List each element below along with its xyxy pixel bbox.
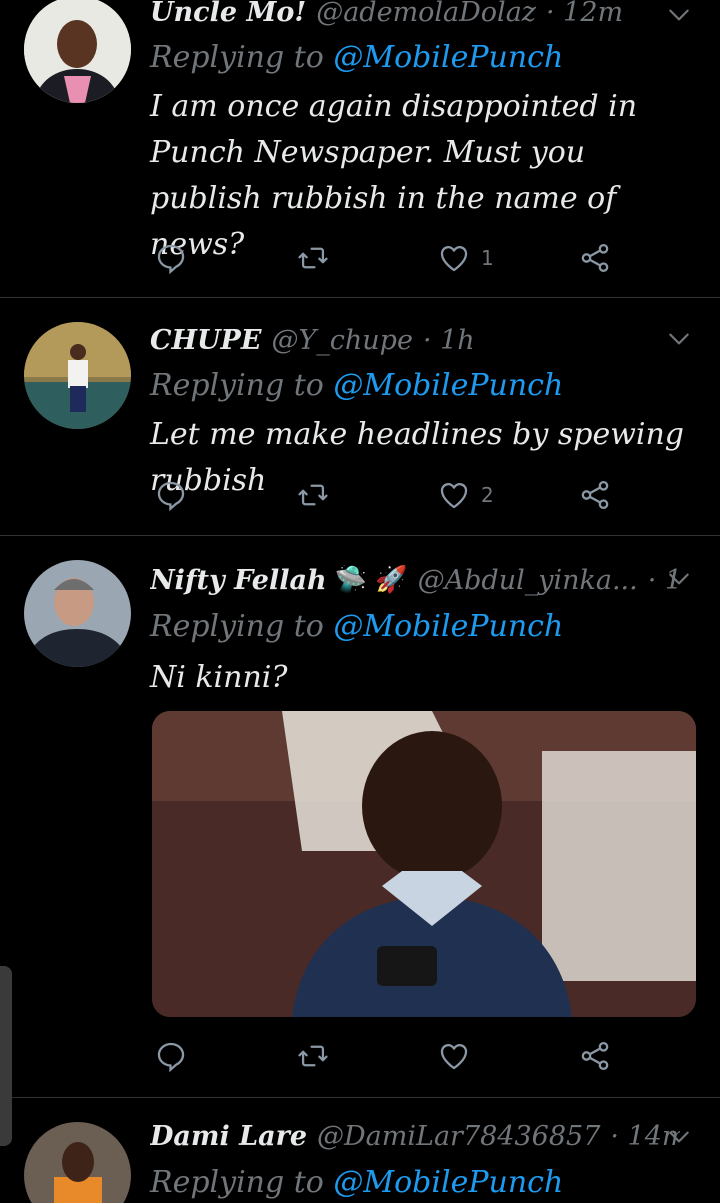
tweet-actions (150, 1036, 630, 1076)
reply-button[interactable] (154, 475, 188, 515)
timestamp[interactable]: · 12m (546, 0, 623, 28)
mention-link[interactable]: @MobilePunch (333, 40, 563, 75)
tweet-header: Uncle Mo! @ademolaDolaz · 12m (150, 0, 680, 32)
avatar[interactable] (24, 560, 131, 667)
chevron-down-icon[interactable] (666, 1124, 692, 1150)
share-icon (578, 1039, 612, 1073)
tweet-media-image[interactable] (152, 711, 696, 1017)
share-icon (578, 241, 612, 275)
replying-to: Replying to @MobilePunch (150, 36, 563, 80)
tweet-header: CHUPE @Y_chupe · 1h (150, 320, 680, 360)
tweet-actions: 2 (150, 475, 630, 515)
avatar[interactable] (24, 322, 131, 429)
tweet-1[interactable]: Uncle Mo! @ademolaDolaz · 12m Replying t… (0, 0, 720, 297)
mention-link[interactable]: @MobilePunch (333, 609, 563, 644)
replying-to: Replying to @MobilePunch (150, 605, 563, 649)
retweet-button[interactable] (296, 1036, 330, 1076)
replying-label: Replying to (150, 609, 334, 644)
chevron-down-icon[interactable] (666, 326, 692, 352)
reply-icon (154, 1039, 188, 1073)
retweet-button[interactable] (296, 238, 330, 278)
handle[interactable]: @DamiLar78436857 (317, 1121, 600, 1152)
tweet-text: Ni kinni? (150, 660, 288, 695)
avatar[interactable] (24, 1122, 131, 1203)
chevron-down-icon[interactable] (666, 2, 692, 28)
replying-label: Replying to (150, 1165, 334, 1200)
mention-link[interactable]: @MobilePunch (333, 1165, 563, 1200)
like-count: 2 (481, 483, 494, 507)
tweet-header: Dami Lare @DamiLar78436857 · 14m (150, 1116, 680, 1156)
chevron-down-icon[interactable] (666, 566, 692, 592)
replying-label: Replying to (150, 40, 334, 75)
retweet-icon (296, 241, 330, 275)
reply-button[interactable] (154, 1036, 188, 1076)
like-icon (437, 478, 471, 512)
reply-icon (154, 478, 188, 512)
share-icon (578, 478, 612, 512)
display-name[interactable]: Dami Lare (150, 1121, 307, 1152)
tweet-header: Nifty Fellah 🛸 🚀 @Abdul_yinka... · 1h (150, 560, 680, 600)
tweet-actions: 1 (150, 238, 630, 278)
reply-button[interactable] (154, 238, 188, 278)
replying-to: Replying to @MobilePunch (150, 364, 563, 408)
tweet-4[interactable]: Dami Lare @DamiLar78436857 · 14m Replyin… (0, 1098, 720, 1203)
retweet-icon (296, 1039, 330, 1073)
tweet-3[interactable]: Nifty Fellah 🛸 🚀 @Abdul_yinka... · 1h Re… (0, 536, 720, 1096)
share-button[interactable] (578, 475, 612, 515)
mention-link[interactable]: @MobilePunch (333, 368, 563, 403)
handle[interactable]: @ademolaDolaz (316, 0, 536, 28)
display-name[interactable]: Nifty Fellah (150, 565, 327, 596)
share-button[interactable] (578, 238, 612, 278)
retweet-icon (296, 478, 330, 512)
reply-icon (154, 241, 188, 275)
like-button[interactable]: 2 (437, 475, 494, 515)
display-name[interactable]: Uncle Mo! (150, 0, 306, 28)
tweet-2[interactable]: CHUPE @Y_chupe · 1h Replying to @MobileP… (0, 298, 720, 534)
scrollbar[interactable] (0, 966, 12, 1146)
replying-label: Replying to (150, 368, 334, 403)
display-name[interactable]: CHUPE (150, 325, 261, 356)
like-icon (437, 241, 471, 275)
name-emoji: 🛸 🚀 (334, 565, 408, 595)
retweet-button[interactable] (296, 475, 330, 515)
handle[interactable]: @Abdul_yinka... (418, 565, 638, 596)
avatar[interactable] (24, 0, 131, 103)
like-button[interactable]: 1 (437, 238, 494, 278)
like-button[interactable] (437, 1036, 481, 1076)
like-icon (437, 1039, 471, 1073)
handle[interactable]: @Y_chupe (271, 325, 413, 356)
timestamp[interactable]: · 1h (423, 325, 475, 356)
share-button[interactable] (578, 1036, 612, 1076)
replying-to: Replying to @MobilePunch (150, 1161, 563, 1203)
like-count: 1 (481, 246, 494, 270)
